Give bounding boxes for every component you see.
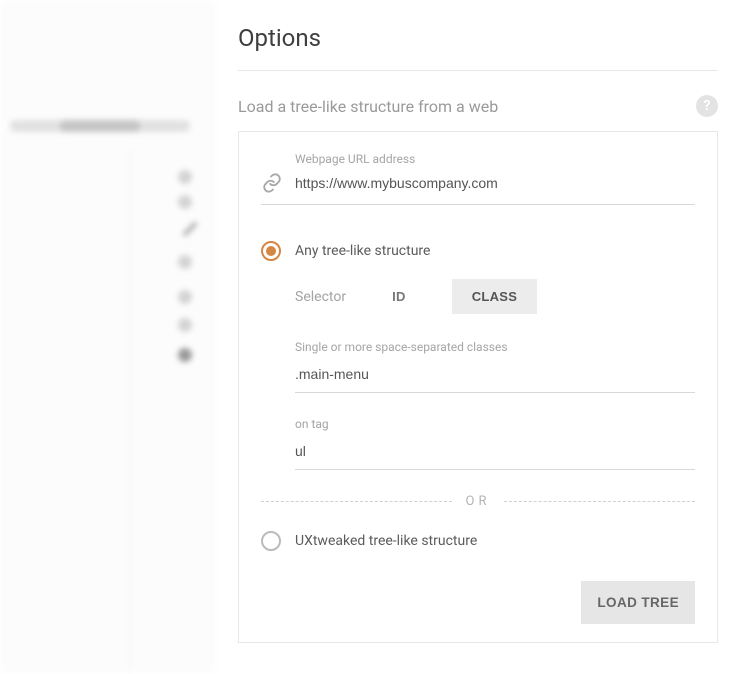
radio-any-tree[interactable] bbox=[261, 241, 281, 261]
options-panel: Options Load a tree-like structure from … bbox=[216, 0, 740, 674]
load-tree-button[interactable]: LOAD TREE bbox=[581, 581, 695, 624]
tag-label: on tag bbox=[295, 417, 695, 431]
radio-uxtweaked-label: UXtweaked tree-like structure bbox=[295, 533, 477, 549]
page-title: Options bbox=[238, 24, 718, 52]
help-icon[interactable]: ? bbox=[696, 95, 718, 117]
or-divider: OR bbox=[261, 494, 695, 509]
link-icon bbox=[261, 172, 283, 194]
radio-uxtweaked[interactable] bbox=[261, 531, 281, 551]
section-title: Load a tree-like structure from a web bbox=[238, 97, 498, 116]
class-label: Single or more space-separated classes bbox=[295, 340, 695, 354]
or-label: OR bbox=[466, 494, 491, 509]
tag-input[interactable] bbox=[295, 437, 695, 470]
load-tree-card: Webpage URL address Any tree-like struct… bbox=[238, 131, 718, 643]
url-input[interactable] bbox=[295, 175, 695, 191]
selector-id-button[interactable]: ID bbox=[372, 279, 426, 314]
selector-label: Selector bbox=[295, 289, 346, 305]
selector-class-button[interactable]: CLASS bbox=[452, 279, 538, 314]
radio-any-tree-label: Any tree-like structure bbox=[295, 243, 430, 259]
class-input[interactable] bbox=[295, 360, 695, 393]
title-divider bbox=[238, 70, 718, 71]
url-label: Webpage URL address bbox=[295, 152, 695, 166]
ghost-sidebar bbox=[0, 0, 216, 674]
